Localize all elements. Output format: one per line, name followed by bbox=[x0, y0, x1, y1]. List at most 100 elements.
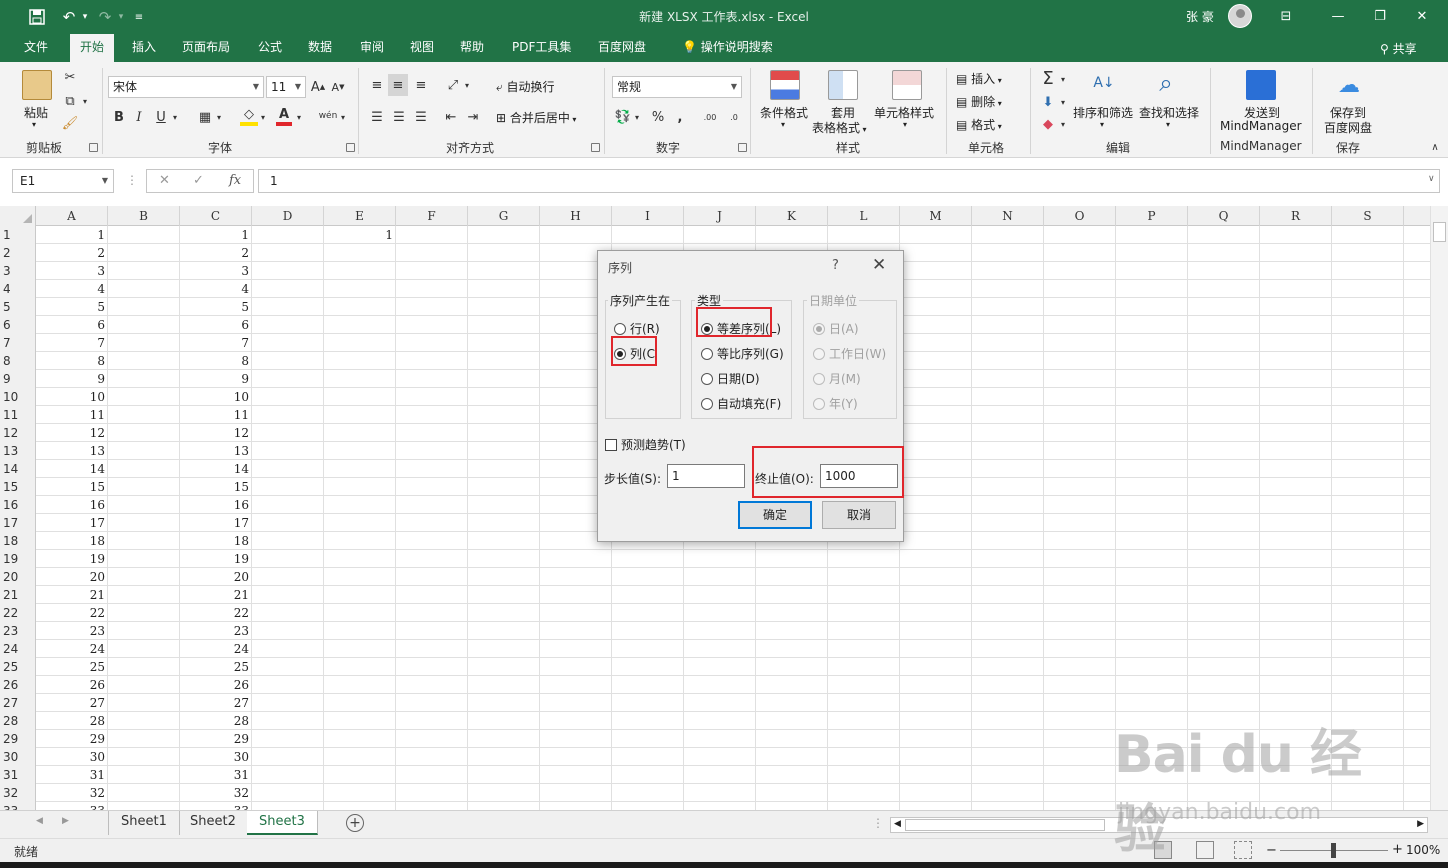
cell-a[interactable]: 21 bbox=[36, 586, 108, 604]
cell-a[interactable]: 22 bbox=[36, 604, 108, 622]
decrease-indent-icon[interactable]: ⇤ bbox=[442, 108, 460, 126]
cell-c[interactable]: 18 bbox=[180, 532, 252, 550]
row-header[interactable]: 13 bbox=[0, 442, 36, 460]
font-color-dropdown-icon[interactable]: ▾ bbox=[294, 108, 304, 126]
cell-a[interactable]: 20 bbox=[36, 568, 108, 586]
row-header[interactable]: 3 bbox=[0, 262, 36, 280]
cell-a[interactable]: 16 bbox=[36, 496, 108, 514]
tab-insert[interactable]: 插入 bbox=[122, 34, 166, 62]
row-header[interactable]: 33 bbox=[0, 802, 36, 810]
paste-icon[interactable] bbox=[22, 70, 52, 100]
autosum-icon[interactable]: Σ bbox=[1038, 68, 1058, 89]
column-header-n[interactable]: N bbox=[972, 206, 1044, 226]
cut-icon[interactable]: ✂ bbox=[60, 68, 80, 86]
radio-growth[interactable]: 等比序列(G) bbox=[701, 345, 784, 362]
column-header-k[interactable]: K bbox=[756, 206, 828, 226]
tell-me-search[interactable]: 💡 操作说明搜索 bbox=[672, 34, 783, 62]
cell-a[interactable]: 4 bbox=[36, 280, 108, 298]
page-break-view-icon[interactable] bbox=[1234, 841, 1252, 859]
cell-a[interactable]: 33 bbox=[36, 802, 108, 810]
decrease-decimal-icon[interactable]: .0 bbox=[724, 108, 744, 126]
row-header[interactable]: 6 bbox=[0, 316, 36, 334]
increase-font-icon[interactable]: A ▲ bbox=[310, 78, 326, 96]
clear-icon[interactable]: ◆ bbox=[1038, 114, 1058, 134]
expand-formula-bar-icon[interactable]: ∨ bbox=[1428, 174, 1435, 184]
cell-c[interactable]: 12 bbox=[180, 424, 252, 442]
cell-a[interactable]: 1 bbox=[36, 226, 108, 244]
number-launcher-icon[interactable] bbox=[738, 143, 747, 152]
cell-a[interactable]: 23 bbox=[36, 622, 108, 640]
orientation-dropdown-icon[interactable]: ▾ bbox=[462, 76, 472, 94]
dialog-close-icon[interactable]: ✕ bbox=[872, 255, 886, 275]
column-header-d[interactable]: D bbox=[252, 206, 324, 226]
accounting-dropdown-icon[interactable]: ▾ bbox=[632, 108, 642, 126]
cell-c[interactable]: 27 bbox=[180, 694, 252, 712]
cell-a[interactable]: 12 bbox=[36, 424, 108, 442]
row-header[interactable]: 4 bbox=[0, 280, 36, 298]
sheet-tab-sheet3[interactable]: Sheet3 bbox=[247, 811, 318, 835]
help-icon[interactable]: ? bbox=[832, 258, 839, 273]
fill-color-icon[interactable]: ◇ bbox=[240, 106, 258, 126]
cell-a[interactable]: 11 bbox=[36, 406, 108, 424]
alignment-launcher-icon[interactable] bbox=[591, 143, 600, 152]
row-header[interactable]: 8 bbox=[0, 352, 36, 370]
ok-button[interactable]: 确定 bbox=[738, 501, 812, 529]
paste-dropdown-icon[interactable]: ▾ bbox=[32, 120, 36, 129]
conditional-format-button[interactable]: 条件格式 bbox=[760, 104, 808, 121]
row-header[interactable]: 32 bbox=[0, 784, 36, 802]
cell-a[interactable]: 31 bbox=[36, 766, 108, 784]
row-header[interactable]: 17 bbox=[0, 514, 36, 532]
stop-value-input[interactable]: 1000 bbox=[820, 464, 898, 488]
font-name-select[interactable]: 宋体 ▼ bbox=[108, 76, 264, 98]
cell-c[interactable]: 21 bbox=[180, 586, 252, 604]
increase-decimal-icon[interactable]: .00 bbox=[700, 108, 720, 126]
row-header[interactable]: 7 bbox=[0, 334, 36, 352]
horizontal-scroll-thumb[interactable] bbox=[905, 819, 1105, 831]
row-header[interactable]: 16 bbox=[0, 496, 36, 514]
align-center-icon[interactable]: ☰ bbox=[390, 108, 408, 126]
zoom-slider-thumb[interactable] bbox=[1331, 843, 1336, 858]
row-header[interactable]: 11 bbox=[0, 406, 36, 424]
cell-a[interactable]: 25 bbox=[36, 658, 108, 676]
formula-input[interactable]: 1 bbox=[258, 169, 1440, 193]
cell-c[interactable]: 11 bbox=[180, 406, 252, 424]
scroll-left-icon[interactable]: ◀ bbox=[36, 816, 43, 826]
tab-help[interactable]: 帮助 bbox=[450, 34, 494, 62]
orientation-icon[interactable]: ⤢ bbox=[444, 76, 462, 94]
cell-c[interactable]: 10 bbox=[180, 388, 252, 406]
baidu-cloud-icon[interactable]: ☁ bbox=[1334, 70, 1364, 100]
cell-c[interactable]: 23 bbox=[180, 622, 252, 640]
cell-c[interactable]: 26 bbox=[180, 676, 252, 694]
row-header[interactable]: 15 bbox=[0, 478, 36, 496]
cell-a[interactable]: 13 bbox=[36, 442, 108, 460]
cell-a[interactable]: 5 bbox=[36, 298, 108, 316]
row-header[interactable]: 10 bbox=[0, 388, 36, 406]
align-top-icon[interactable]: ≡ bbox=[368, 76, 386, 94]
column-header-p[interactable]: P bbox=[1116, 206, 1188, 226]
column-header-b[interactable]: B bbox=[108, 206, 180, 226]
customize-toolbar-icon[interactable]: ≡ bbox=[126, 6, 152, 28]
cell-a[interactable]: 30 bbox=[36, 748, 108, 766]
align-bottom-icon[interactable]: ≡ bbox=[412, 76, 430, 94]
paste-button[interactable]: 粘贴 bbox=[24, 104, 48, 121]
cell-c[interactable]: 3 bbox=[180, 262, 252, 280]
cell-c[interactable]: 13 bbox=[180, 442, 252, 460]
cell-c[interactable]: 1 bbox=[180, 226, 252, 244]
row-header[interactable]: 24 bbox=[0, 640, 36, 658]
row-header[interactable]: 27 bbox=[0, 694, 36, 712]
font-size-select[interactable]: 11 ▼ bbox=[266, 76, 306, 98]
cell-a[interactable]: 32 bbox=[36, 784, 108, 802]
format-as-table-icon[interactable] bbox=[828, 70, 858, 100]
fill-icon[interactable]: ⬇ bbox=[1038, 92, 1058, 112]
conditional-format-icon[interactable] bbox=[770, 70, 800, 100]
align-left-icon[interactable]: ☰ bbox=[368, 108, 386, 126]
vertical-scrollbar[interactable] bbox=[1430, 206, 1448, 810]
normal-view-icon[interactable] bbox=[1154, 841, 1172, 859]
borders-icon[interactable]: ▦ bbox=[196, 108, 214, 126]
column-header-m[interactable]: M bbox=[900, 206, 972, 226]
row-header[interactable]: 1 bbox=[0, 226, 36, 244]
sort-filter-dropdown-icon[interactable]: ▾ bbox=[1100, 120, 1104, 129]
vertical-scroll-thumb[interactable] bbox=[1433, 222, 1446, 242]
radio-date[interactable]: 日期(D) bbox=[701, 370, 760, 387]
cell-a[interactable]: 29 bbox=[36, 730, 108, 748]
